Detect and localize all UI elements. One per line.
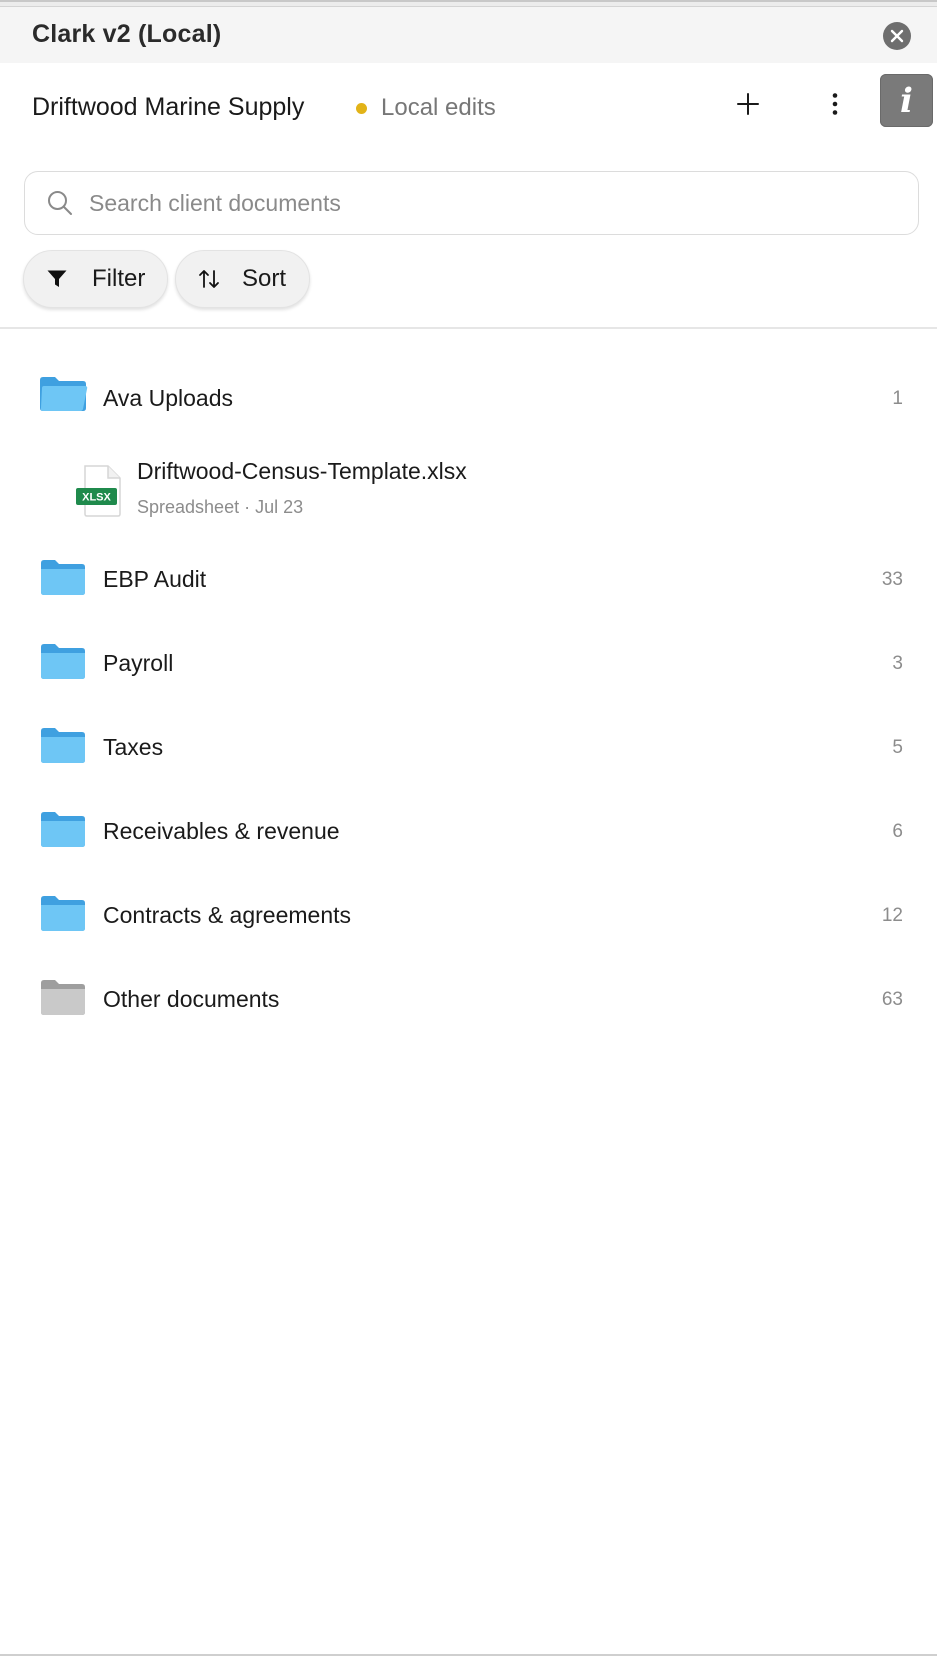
folder-row-payroll[interactable]: Payroll 3 — [0, 627, 937, 699]
folder-row-ava-uploads[interactable]: Ava Uploads 1 — [0, 363, 937, 435]
folder-name: Taxes — [103, 734, 164, 760]
folder-count: 63 — [881, 989, 903, 1010]
window-top-edge — [0, 0, 937, 7]
filter-label: Filter — [92, 265, 146, 292]
folder-icon — [41, 728, 85, 763]
close-circle-icon — [890, 29, 904, 43]
file-row-driftwood-census-template[interactable]: XLSX Driftwood-Census-Template.xlsx Spre… — [0, 435, 937, 535]
funnel-icon — [44, 266, 70, 292]
folder-name: Receivables & revenue — [103, 818, 340, 844]
title-bar: Clark v2 (Local) — [0, 7, 937, 63]
sort-arrows-icon — [196, 266, 222, 292]
folder-row-contracts-agreements[interactable]: Contracts & agreements 12 — [0, 879, 937, 951]
folder-row-receivables-revenue[interactable]: Receivables & revenue 6 — [0, 795, 937, 867]
folder-row-ebp-audit[interactable]: EBP Audit 33 — [0, 543, 937, 615]
client-name: Driftwood Marine Supply — [32, 93, 305, 121]
folder-name: Ava Uploads — [103, 385, 233, 411]
folder-icon — [41, 644, 85, 679]
more-options-button[interactable] — [820, 89, 850, 119]
folder-open-icon — [40, 377, 88, 411]
folder-name: Other documents — [103, 986, 280, 1012]
folder-gray-icon — [41, 980, 85, 1015]
folder-icon — [41, 896, 85, 931]
header-divider — [0, 327, 937, 329]
folder-count: 6 — [892, 821, 903, 842]
folder-count: 5 — [892, 737, 903, 758]
sort-button[interactable]: Sort — [175, 250, 310, 308]
folder-icon — [41, 560, 85, 595]
info-icon: i — [900, 80, 913, 121]
file-name: Driftwood-Census-Template.xlsx — [137, 458, 467, 484]
xlsx-badge-text: XLSX — [82, 492, 111, 504]
plus-icon — [737, 93, 759, 115]
folder-name: EBP Audit — [103, 566, 207, 592]
folder-count: 1 — [892, 388, 903, 409]
xlsx-file-icon: XLSX — [76, 465, 121, 517]
folder-count: 12 — [881, 905, 903, 926]
add-button[interactable] — [733, 89, 763, 119]
status-label: Local edits — [381, 94, 496, 121]
folder-row-taxes[interactable]: Taxes 5 — [0, 711, 937, 783]
info-button[interactable]: i — [880, 74, 933, 127]
app-title: Clark v2 (Local) — [32, 20, 222, 48]
client-header: Driftwood Marine Supply Local edits i — [0, 63, 937, 153]
folder-name: Payroll — [103, 650, 174, 676]
folder-count: 33 — [881, 569, 903, 590]
search-icon — [48, 191, 72, 215]
filter-button[interactable]: Filter — [23, 250, 168, 308]
file-meta: Spreadsheet · Jul 23 — [137, 497, 304, 517]
folder-row-other-documents[interactable]: Other documents 63 — [0, 963, 937, 1035]
folder-icon — [41, 812, 85, 847]
search-input[interactable] — [89, 182, 889, 224]
close-button[interactable] — [883, 22, 911, 50]
search-box[interactable] — [24, 171, 919, 235]
status-indicator: Local edits — [356, 94, 496, 122]
vertical-ellipsis-icon — [832, 93, 838, 115]
status-dot — [356, 102, 367, 114]
window-bottom-edge — [0, 1654, 937, 1656]
folder-count: 3 — [892, 653, 903, 674]
sort-label: Sort — [242, 265, 287, 292]
folder-name: Contracts & agreements — [103, 902, 352, 928]
